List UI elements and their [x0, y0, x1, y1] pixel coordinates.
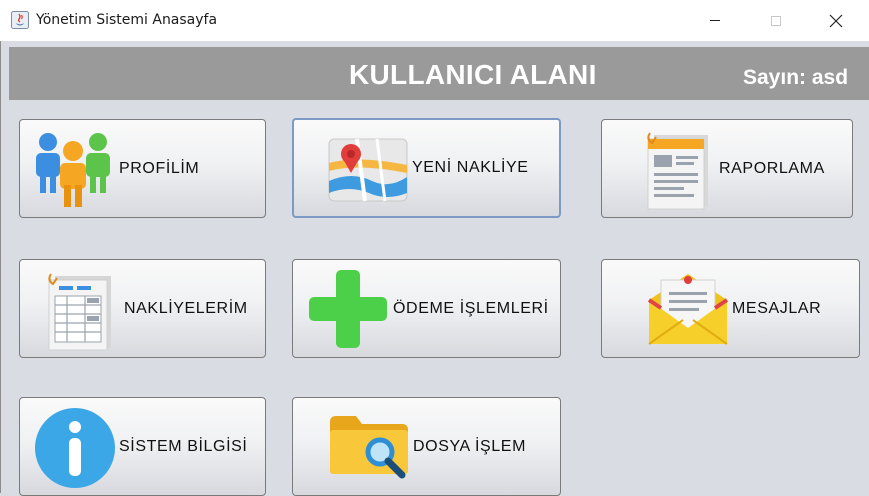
- reporting-button[interactable]: RAPORLAMA: [601, 119, 853, 218]
- close-button[interactable]: [806, 0, 866, 41]
- file-operations-button[interactable]: DOSYA İŞLEM: [292, 397, 561, 496]
- my-shipments-button[interactable]: NAKLİYELERİM: [19, 259, 266, 358]
- report-document-icon: [647, 132, 708, 210]
- file-operations-button-label: DOSYA İŞLEM: [413, 437, 527, 455]
- minimize-button[interactable]: [685, 0, 745, 41]
- java-app-icon: [11, 11, 29, 29]
- new-shipment-button[interactable]: YENİ NAKLİYE: [292, 118, 561, 218]
- plus-icon: [309, 270, 387, 348]
- payment-operations-button-label: ÖDEME İŞLEMLERİ: [393, 299, 549, 317]
- my-shipments-button-label: NAKLİYELERİM: [124, 299, 248, 317]
- spreadsheet-document-icon: [48, 273, 111, 351]
- users-icon: [36, 133, 110, 207]
- new-shipment-button-label: YENİ NAKLİYE: [412, 159, 529, 176]
- user-greeting: Sayın: asd: [743, 66, 849, 89]
- window-title-bar[interactable]: Yönetim Sistemi Anasayfa: [0, 0, 869, 41]
- maximize-button[interactable]: [746, 0, 806, 41]
- close-icon: [829, 14, 843, 27]
- map-icon: [328, 138, 408, 202]
- folder-search-icon: [330, 416, 408, 479]
- mail-icon: [647, 274, 729, 345]
- maximize-icon: [771, 15, 781, 26]
- messages-button[interactable]: MESAJLAR: [601, 259, 860, 358]
- system-info-button[interactable]: SİSTEM BİLGİSİ: [19, 397, 266, 496]
- profile-button[interactable]: PROFİLİM: [19, 119, 266, 218]
- messages-button-label: MESAJLAR: [732, 299, 822, 317]
- page-title: KULLANICI ALANI: [349, 59, 597, 90]
- system-info-button-label: SİSTEM BİLGİSİ: [119, 437, 248, 455]
- minimize-icon: [710, 20, 720, 21]
- info-icon: [35, 408, 115, 488]
- window-title: Yönetim Sistemi Anasayfa: [36, 12, 218, 28]
- payment-operations-button[interactable]: ÖDEME İŞLEMLERİ: [292, 259, 561, 358]
- reporting-button-label: RAPORLAMA: [719, 159, 825, 177]
- profile-button-label: PROFİLİM: [119, 159, 200, 177]
